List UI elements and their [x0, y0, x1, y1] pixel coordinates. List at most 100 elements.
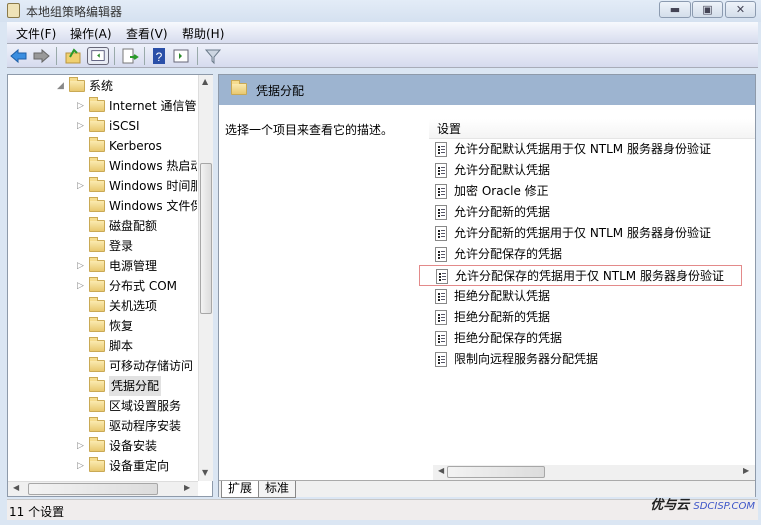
help-icon[interactable]: ?	[150, 47, 168, 65]
setting-item[interactable]: 拒绝分配保存的凭据	[433, 328, 743, 349]
filter-icon[interactable]	[204, 47, 222, 65]
policy-setting-icon	[435, 184, 447, 199]
expand-icon[interactable]: ▷	[77, 256, 84, 276]
folder-icon	[89, 377, 105, 392]
tree-item-label: Internet 通信管理	[109, 99, 197, 113]
policy-setting-icon	[435, 205, 447, 220]
show-action-pane-icon[interactable]	[172, 47, 190, 65]
column-header-settings[interactable]: 设置	[429, 119, 755, 139]
folder-icon	[69, 77, 85, 92]
export-list-icon[interactable]	[121, 47, 139, 65]
tree-item-label: iSCSI	[109, 119, 140, 133]
tree-item-label: 设备安装	[109, 439, 158, 453]
toolbar-separator	[114, 47, 115, 65]
setting-label: 拒绝分配保存的凭据	[454, 331, 563, 345]
folder-icon	[89, 157, 105, 172]
menu-action[interactable]: 操作(A)	[70, 25, 112, 42]
tree-item-label: 设备重定向	[109, 459, 170, 473]
tree-vertical-scrollbar[interactable]: ▲ ▼	[198, 75, 213, 481]
tree-item[interactable]: ▷ Internet 通信管理	[8, 96, 197, 116]
up-folder-icon[interactable]	[64, 47, 82, 65]
setting-item[interactable]: 允许分配新的凭据用于仅 NTLM 服务器身份验证	[433, 223, 743, 244]
tree-horizontal-scrollbar[interactable]: ◀ ▶	[8, 481, 198, 496]
forward-icon[interactable]	[32, 47, 50, 65]
tree-item[interactable]: 区域设置服务	[8, 396, 197, 416]
tree-item-label: 系统	[89, 79, 114, 93]
setting-item[interactable]: 限制向远程服务器分配凭据	[433, 349, 743, 370]
setting-item[interactable]: 允许分配保存的凭据	[433, 244, 743, 265]
maximize-icon: ▣	[702, 3, 713, 16]
policy-setting-icon	[435, 331, 447, 346]
setting-item[interactable]: 允许分配默认凭据用于仅 NTLM 服务器身份验证	[433, 139, 743, 160]
tree-item[interactable]: Kerberos	[8, 136, 197, 156]
tree-item[interactable]: Windows 热启动	[8, 156, 197, 176]
setting-item[interactable]: 加密 Oracle 修正	[433, 181, 743, 202]
tree-item[interactable]: 驱动程序安装	[8, 416, 197, 436]
setting-item[interactable]: 拒绝分配默认凭据	[433, 286, 743, 307]
scrollbar-thumb[interactable]	[200, 163, 212, 314]
tree-pane: ◢ 系统 ▷ Internet 通信管理 ▷ iSCSI Kerberos Windows 热…	[7, 74, 213, 497]
scroll-right-icon[interactable]: ▶	[184, 483, 190, 492]
expand-icon[interactable]: ▷	[77, 436, 84, 456]
scroll-up-icon[interactable]: ▲	[202, 77, 208, 86]
expand-icon[interactable]: ▷	[77, 276, 84, 296]
minimize-button[interactable]: ▬	[659, 1, 691, 18]
toolbar-separator	[56, 47, 57, 65]
scroll-left-icon[interactable]: ◀	[13, 483, 19, 492]
tree-item-label: 登录	[109, 239, 134, 253]
menu-file[interactable]: 文件(F)	[16, 25, 56, 42]
expand-icon[interactable]: ▷	[77, 116, 84, 136]
policy-setting-icon	[435, 226, 447, 241]
scroll-right-icon[interactable]: ▶	[743, 466, 749, 475]
tree-item[interactable]: ▷ 电源管理	[8, 256, 197, 276]
svg-text:?: ?	[156, 50, 163, 64]
description-text: 选择一个项目来查看它的描述。	[225, 123, 394, 137]
tree-item[interactable]: ▷ 设备安装	[8, 436, 197, 456]
maximize-button[interactable]: ▣	[692, 1, 723, 18]
tab-extended[interactable]: 扩展	[221, 481, 260, 498]
tree-item[interactable]: Windows 文件保护	[8, 196, 197, 216]
collapse-icon[interactable]: ◢	[57, 76, 64, 96]
setting-item[interactable]: 允许分配默认凭据	[433, 160, 743, 181]
tree-item[interactable]: 脚本	[8, 336, 197, 356]
policy-setting-icon	[435, 310, 447, 325]
tree-item[interactable]: ▷ Windows 时间服务	[8, 176, 197, 196]
tree-item[interactable]: 恢复	[8, 316, 197, 336]
close-button[interactable]: ✕	[725, 1, 756, 18]
tree-item[interactable]: 可移动存储访问	[8, 356, 197, 376]
setting-label: 允许分配默认凭据	[454, 163, 551, 177]
tree-item[interactable]: ◢ 系统	[8, 76, 197, 96]
folder-icon	[89, 397, 105, 412]
tree-item-label: Windows 文件保护	[109, 199, 197, 213]
expand-icon[interactable]: ▷	[77, 96, 84, 116]
tree-item-label: 电源管理	[109, 259, 158, 273]
tree-item[interactable]: 登录	[8, 236, 197, 256]
setting-item[interactable]: 允许分配保存的凭据用于仅 NTLM 服务器身份验证	[419, 265, 742, 286]
scroll-down-icon[interactable]: ▼	[202, 468, 208, 477]
tree-item[interactable]: ▷ iSCSI	[8, 116, 197, 136]
folder-icon	[89, 437, 105, 452]
tree-item[interactable]: 磁盘配额	[8, 216, 197, 236]
show-hide-tree-icon[interactable]	[87, 47, 109, 65]
tab-standard[interactable]: 标准	[258, 481, 297, 498]
policy-setting-icon	[435, 142, 447, 157]
menu-help[interactable]: 帮助(H)	[182, 25, 224, 42]
folder-icon	[89, 277, 105, 292]
scrollbar-thumb[interactable]	[28, 483, 158, 495]
setting-label: 允许分配默认凭据用于仅 NTLM 服务器身份验证	[454, 142, 711, 156]
setting-item[interactable]: 拒绝分配新的凭据	[433, 307, 743, 328]
folder-icon	[89, 177, 105, 192]
tree-item[interactable]: ▷ 分布式 COM	[8, 276, 197, 296]
menu-view[interactable]: 查看(V)	[126, 25, 168, 42]
scrollbar-thumb[interactable]	[447, 466, 545, 478]
expand-icon[interactable]: ▷	[77, 456, 84, 476]
content-horizontal-scrollbar[interactable]: ◀ ▶	[433, 465, 755, 480]
scroll-left-icon[interactable]: ◀	[438, 466, 444, 475]
tree-item[interactable]: ▷ 设备重定向	[8, 456, 197, 476]
back-icon[interactable]	[10, 47, 28, 65]
expand-icon[interactable]: ▷	[77, 176, 84, 196]
tree-item[interactable]: 关机选项	[8, 296, 197, 316]
tree-item[interactable]: 凭据分配	[8, 376, 197, 396]
setting-item[interactable]: 允许分配新的凭据	[433, 202, 743, 223]
folder-icon	[89, 237, 105, 252]
